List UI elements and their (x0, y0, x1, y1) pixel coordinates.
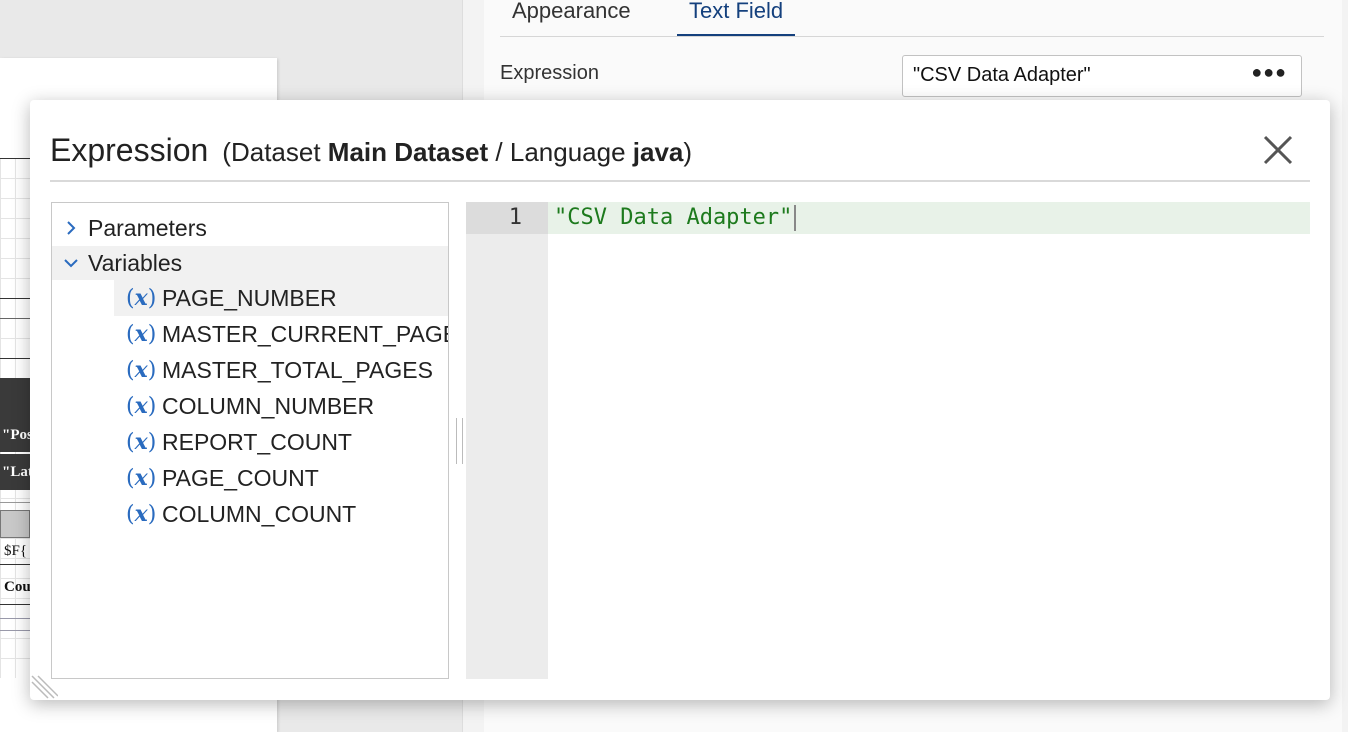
report-band-line (0, 604, 30, 605)
code-text: "CSV Data Adapter" (554, 205, 793, 230)
report-cell: "Lat (0, 454, 30, 490)
code-editor[interactable]: 1 "CSV Data Adapter" (466, 202, 1310, 679)
line-number: 1 (508, 205, 522, 230)
tree-item-label: Variables (88, 250, 183, 276)
subtitle-suffix: ) (683, 137, 693, 167)
report-cell: Coun (4, 579, 30, 595)
expression-field-value: "CSV Data Adapter" (913, 64, 1091, 86)
expression-tree: Parameters Variables (x) PAGE_NUMBER (x)… (51, 202, 449, 679)
language-name: java (632, 137, 684, 167)
variable-label: REPORT_COUNT (162, 429, 352, 455)
report-gray-band (0, 510, 30, 538)
report-header-cell (0, 378, 30, 418)
tab-appearance[interactable]: Appearance (512, 0, 631, 34)
tab-divider (500, 36, 1324, 37)
variable-label: COLUMN_NUMBER (162, 393, 375, 419)
report-band-line (0, 298, 30, 299)
dialog-title-bar: Expression (Dataset Main Dataset / Langua… (50, 132, 692, 169)
variable-item-column-count[interactable]: (x) COLUMN_COUNT (114, 496, 448, 532)
variable-label: PAGE_COUNT (162, 465, 319, 491)
report-band-line (0, 358, 30, 359)
variable-x-icon: (x) (126, 285, 157, 311)
tab-text-field[interactable]: Text Field (677, 0, 796, 37)
variable-label: PAGE_NUMBER (162, 285, 337, 311)
resize-grip-icon[interactable] (30, 672, 58, 700)
dataset-name: Main Dataset (327, 137, 489, 167)
editor-gutter (466, 202, 548, 679)
variable-label: MASTER_TOTAL_PAGES (162, 357, 433, 383)
code-line[interactable]: "CSV Data Adapter" (554, 202, 797, 234)
more-options-button[interactable]: ●●● (1251, 62, 1287, 83)
variable-label: COLUMN_COUNT (162, 501, 357, 527)
tree-item-variables[interactable]: Variables (52, 246, 448, 280)
variable-item-page-count[interactable]: (x) PAGE_COUNT (114, 460, 448, 496)
variable-label: MASTER_CURRENT_PAGE (162, 321, 449, 347)
variable-x-icon: (x) (126, 357, 157, 383)
variable-item-master-current-page[interactable]: (x) MASTER_CURRENT_PAGE (114, 316, 448, 352)
title-divider (50, 180, 1310, 182)
variable-x-icon: (x) (126, 429, 157, 455)
tree-item-parameters[interactable]: Parameters (52, 211, 448, 245)
report-band-line (0, 318, 30, 319)
variable-item-column-number[interactable]: (x) COLUMN_NUMBER (114, 388, 448, 424)
variable-x-icon: (x) (126, 393, 157, 419)
tree-item-label: Parameters (88, 215, 207, 241)
variable-item-report-count[interactable]: (x) REPORT_COUNT (114, 424, 448, 460)
report-band-line (0, 158, 30, 159)
variable-x-icon: (x) (126, 321, 157, 347)
dialog-subtitle: (Dataset Main Dataset / Language java) (222, 137, 692, 167)
text-cursor (794, 205, 797, 231)
close-button[interactable] (1262, 134, 1294, 166)
variable-x-icon: (x) (126, 501, 157, 527)
expression-field[interactable]: "CSV Data Adapter" ●●● (902, 55, 1302, 97)
chevron-down-icon[interactable] (64, 256, 78, 270)
chevron-right-icon[interactable] (64, 221, 78, 235)
close-icon (1263, 135, 1293, 165)
variable-x-icon: (x) (126, 465, 157, 491)
dialog-title: Expression (50, 132, 209, 168)
expression-label: Expression (500, 62, 599, 84)
panel-splitter-handle[interactable] (456, 418, 463, 464)
report-cell: $F{ (4, 543, 28, 559)
subtitle-prefix: (Dataset (222, 137, 328, 167)
report-band-line (0, 564, 30, 565)
variable-item-page-number[interactable]: (x) PAGE_NUMBER (114, 280, 448, 316)
report-band-line (0, 618, 30, 619)
report-band-line (0, 502, 30, 503)
subtitle-mid: / Language (488, 137, 633, 167)
expression-dialog: Expression (Dataset Main Dataset / Langua… (30, 100, 1330, 700)
report-cell: "Pos (0, 418, 30, 452)
variable-item-master-total-pages[interactable]: (x) MASTER_TOTAL_PAGES (114, 352, 448, 388)
report-band-line (0, 630, 30, 631)
